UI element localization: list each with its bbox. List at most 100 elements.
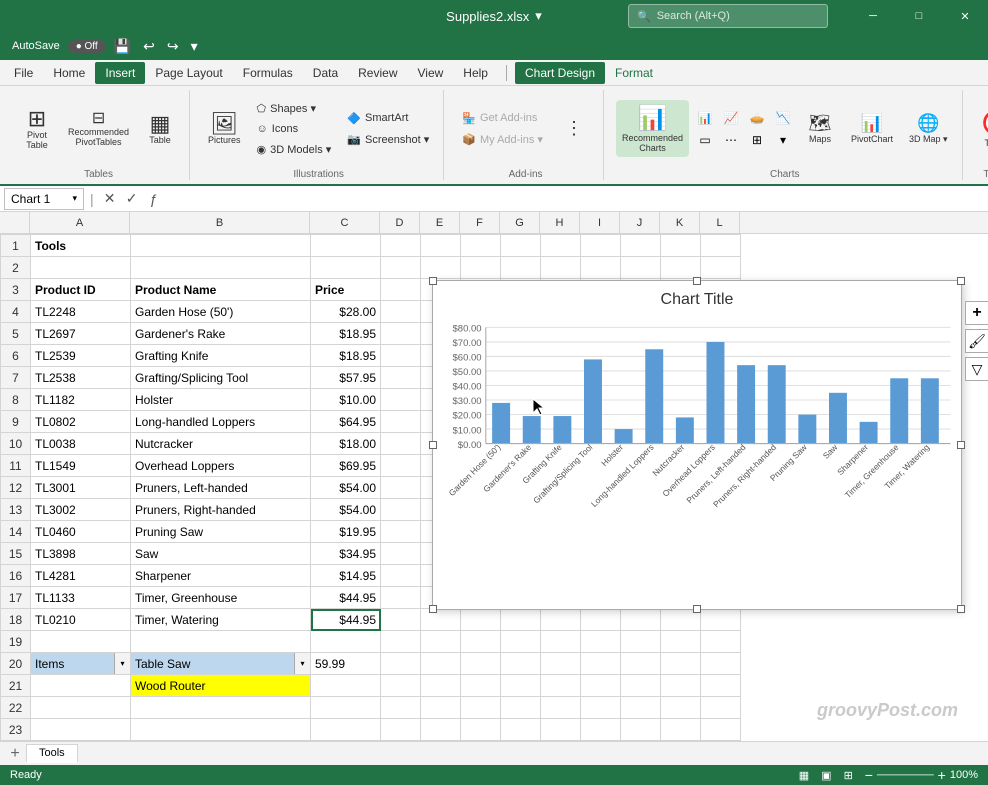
cell-r14-c4[interactable]: [381, 521, 421, 543]
cell-r21-c9[interactable]: [581, 675, 621, 697]
cell-r19-c3[interactable]: [311, 631, 381, 653]
row-header-22[interactable]: 22: [1, 697, 31, 719]
cell-r19-c9[interactable]: [581, 631, 621, 653]
redo-button[interactable]: ↪: [163, 36, 183, 57]
cell-r19-c6[interactable]: [461, 631, 501, 653]
tab-format[interactable]: Format: [605, 62, 663, 84]
row-header-5[interactable]: 5: [1, 323, 31, 345]
row-header-12[interactable]: 12: [1, 477, 31, 499]
cell-r17-c4[interactable]: [381, 587, 421, 609]
row-header-4[interactable]: 4: [1, 301, 31, 323]
cell-r15-c2[interactable]: Saw: [131, 543, 311, 565]
row-header-1[interactable]: 1: [1, 235, 31, 257]
cell-r1-c8[interactable]: [541, 235, 581, 257]
row-header-17[interactable]: 17: [1, 587, 31, 609]
cell-r6-c4[interactable]: [381, 345, 421, 367]
cell-r23-c2[interactable]: [131, 719, 311, 741]
close-button[interactable]: ✕: [942, 0, 988, 32]
menu-home[interactable]: Home: [43, 62, 95, 84]
cell-r1-c7[interactable]: [501, 235, 541, 257]
cell-r18-c2[interactable]: Timer, Watering: [131, 609, 311, 631]
view-normal[interactable]: ▦: [799, 769, 809, 782]
cell-r1-c5[interactable]: [421, 235, 461, 257]
cell-r18-c7[interactable]: [501, 609, 541, 631]
row-header-18[interactable]: 18: [1, 609, 31, 631]
cell-r20-c1[interactable]: Items▾: [31, 653, 131, 675]
cell-r22-c2[interactable]: [131, 697, 311, 719]
cell-r23-c9[interactable]: [581, 719, 621, 741]
cell-r2-c2[interactable]: [131, 257, 311, 279]
cell-r13-c1[interactable]: TL3002: [31, 499, 131, 521]
cell-r22-c9[interactable]: [581, 697, 621, 719]
icons-button[interactable]: ☺ Icons: [251, 120, 338, 138]
row-header-15[interactable]: 15: [1, 543, 31, 565]
cell-r23-c6[interactable]: [461, 719, 501, 741]
cell-r14-c1[interactable]: TL0460: [31, 521, 131, 543]
cell-r23-c7[interactable]: [501, 719, 541, 741]
cell-r21-c5[interactable]: [421, 675, 461, 697]
col-header-d[interactable]: D: [380, 212, 420, 234]
cell-r22-c7[interactable]: [501, 697, 541, 719]
cell-r20-c3[interactable]: 59.99: [311, 653, 381, 675]
cell-r14-c3[interactable]: $19.95: [311, 521, 381, 543]
cell-r9-c2[interactable]: Long-handled Loppers: [131, 411, 311, 433]
row-header-3[interactable]: 3: [1, 279, 31, 301]
cell-r5-c2[interactable]: Gardener's Rake: [131, 323, 311, 345]
tab-chart-design[interactable]: Chart Design: [515, 62, 605, 84]
cell-r19-c5[interactable]: [421, 631, 461, 653]
cell-r23-c11[interactable]: [661, 719, 701, 741]
row-header-11[interactable]: 11: [1, 455, 31, 477]
col-header-f[interactable]: F: [460, 212, 500, 234]
cell-r11-c1[interactable]: TL1549: [31, 455, 131, 477]
cell-r23-c8[interactable]: [541, 719, 581, 741]
cell-r15-c1[interactable]: TL3898: [31, 543, 131, 565]
pictures-button[interactable]: 🖼 Pictures: [202, 109, 247, 149]
cell-r10-c2[interactable]: Nutcracker: [131, 433, 311, 455]
cell-r10-c4[interactable]: [381, 433, 421, 455]
cell-r13-c3[interactable]: $54.00: [311, 499, 381, 521]
cell-r7-c1[interactable]: TL2538: [31, 367, 131, 389]
cell-r2-c7[interactable]: [501, 257, 541, 279]
pie-chart-button[interactable]: 🥧: [745, 108, 769, 128]
recommended-charts-button[interactable]: 📊 RecommendedCharts: [616, 100, 689, 157]
column-chart-button[interactable]: 📊: [693, 108, 717, 128]
cell-r19-c10[interactable]: [621, 631, 661, 653]
cell-r1-c1[interactable]: Tools: [31, 235, 131, 257]
cell-r5-c4[interactable]: [381, 323, 421, 345]
cell-r11-c2[interactable]: Overhead Loppers: [131, 455, 311, 477]
view-layout[interactable]: ▣: [821, 769, 831, 782]
cell-r21-c11[interactable]: [661, 675, 701, 697]
cell-r7-c4[interactable]: [381, 367, 421, 389]
row-header-8[interactable]: 8: [1, 389, 31, 411]
cell-r20-c5[interactable]: [421, 653, 461, 675]
area-chart-button[interactable]: ▭: [693, 130, 717, 150]
cell-r22-c12[interactable]: [701, 697, 741, 719]
cell-r2-c5[interactable]: [421, 257, 461, 279]
cell-r3-c2[interactable]: Product Name: [131, 279, 311, 301]
cell-r8-c4[interactable]: [381, 389, 421, 411]
cell-r4-c4[interactable]: [381, 301, 421, 323]
cell-r21-c7[interactable]: [501, 675, 541, 697]
cell-r3-c3[interactable]: Price: [311, 279, 381, 301]
cell-r16-c3[interactable]: $14.95: [311, 565, 381, 587]
cell-r23-c4[interactable]: [381, 719, 421, 741]
row-header-2[interactable]: 2: [1, 257, 31, 279]
cell-r18-c1[interactable]: TL0210: [31, 609, 131, 631]
undo-button[interactable]: ↩: [139, 36, 159, 57]
col-header-a[interactable]: A: [30, 212, 130, 234]
row-header-10[interactable]: 10: [1, 433, 31, 455]
more-addins-button[interactable]: ⋮: [553, 118, 595, 139]
cell-r12-c1[interactable]: TL3001: [31, 477, 131, 499]
cell-r2-c11[interactable]: [661, 257, 701, 279]
zoom-out-button[interactable]: −: [865, 767, 873, 783]
cell-r18-c6[interactable]: [461, 609, 501, 631]
col-header-l[interactable]: L: [700, 212, 740, 234]
cell-r2-c8[interactable]: [541, 257, 581, 279]
menu-view[interactable]: View: [408, 62, 454, 84]
cell-r21-c4[interactable]: [381, 675, 421, 697]
search-box[interactable]: 🔍 Search (Alt+Q): [628, 4, 828, 28]
dropdown-arrow[interactable]: ▾: [114, 653, 130, 674]
line-chart-button[interactable]: 📈: [719, 108, 743, 128]
save-button[interactable]: 💾: [110, 36, 135, 57]
cell-r1-c2[interactable]: [131, 235, 311, 257]
